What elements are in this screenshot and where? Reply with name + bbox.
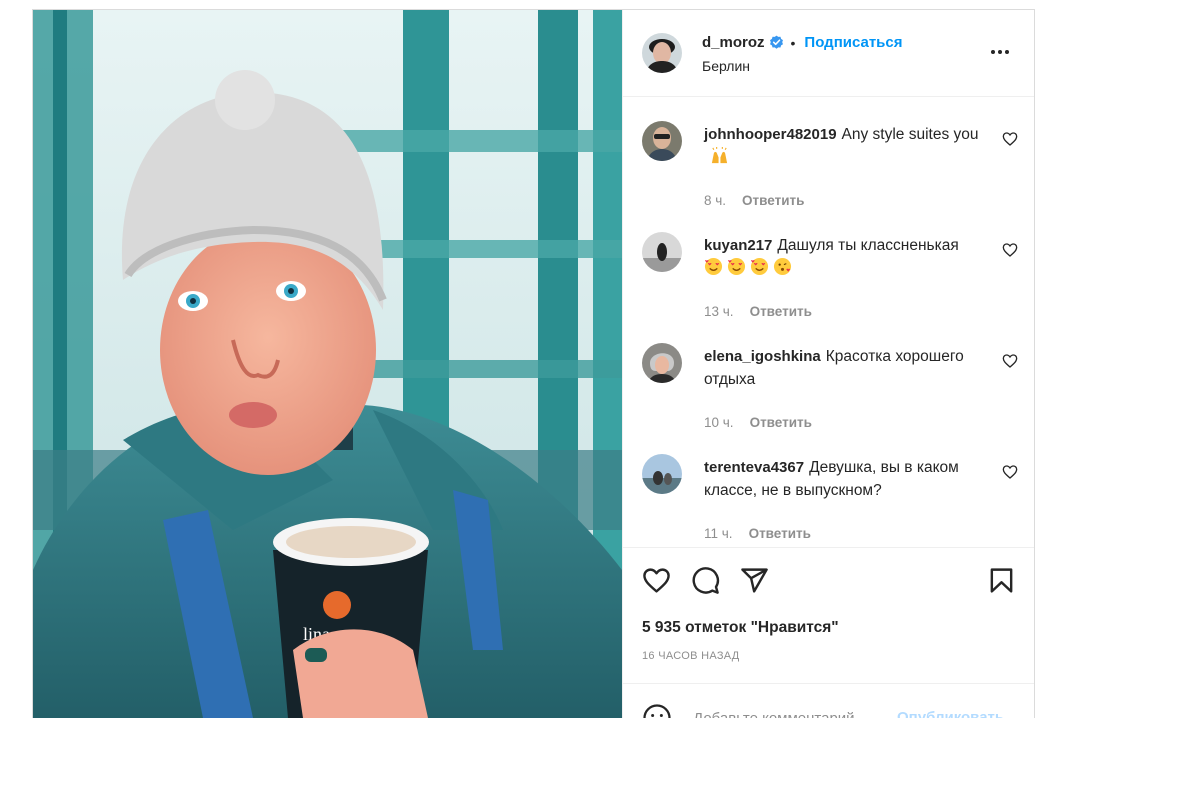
comment-icon[interactable] [691,566,720,595]
comment-like-heart-icon[interactable] [1002,131,1018,147]
comment-meta: 13 ч. Ответить [704,304,812,319]
comment-avatar[interactable] [642,454,682,494]
smiling-face-with-hearts-icon [750,257,769,276]
comment-time: 10 ч. [704,415,734,430]
comment-avatar[interactable] [642,232,682,272]
post-location[interactable]: Берлин [702,58,750,74]
comment-item: terenteva4367 Девушка, вы в каком классе,… [623,454,1034,554]
author-username[interactable]: d_moroz [702,34,765,51]
comment-item: johnhooper482019 Any style suites you 8 ч… [623,121,1034,221]
comment-item: kuyan217 Дашуля ты классненькая 13 ч. От… [623,232,1034,332]
post-image: lina [33,10,622,718]
author-line: d_moroz • Подписаться [702,34,903,51]
comment-meta: 8 ч. Ответить [704,193,804,208]
header-separator: • [790,34,796,51]
comment-text: elena_igoshkina Красотка хорошего отдыха [704,345,989,391]
post-actions: 5 935 отметок "Нравится" 16 ЧАСОВ НАЗАД [623,547,1034,688]
comment-username[interactable]: terenteva4367 [704,459,804,476]
reply-button[interactable]: Ответить [749,526,811,541]
smiling-face-with-hearts-icon [727,257,746,276]
author-avatar[interactable] [642,33,682,73]
face-blowing-kiss-icon [773,257,792,276]
reply-button[interactable]: Ответить [742,193,804,208]
post-dialog: lina d_moroz • Подписаться Берлин johnho… [32,9,1035,718]
comment-body: Дашуля ты классненькая [777,237,959,254]
comment-avatar[interactable] [642,343,682,383]
reply-button[interactable]: Ответить [750,415,812,430]
share-icon[interactable] [740,566,769,595]
emoji-picker-icon[interactable] [642,703,672,718]
post-sidebar: d_moroz • Подписаться Берлин johnhooper4… [622,10,1034,718]
comment-text: terenteva4367 Девушка, вы в каком классе,… [704,456,989,502]
comment-text: kuyan217 Дашуля ты классненькая [704,234,989,280]
comment-username[interactable]: kuyan217 [704,237,772,254]
reply-button[interactable]: Ответить [750,304,812,319]
comment-time: 11 ч. [704,526,733,541]
post-timestamp: 16 ЧАСОВ НАЗАД [642,650,740,662]
comment-item: elena_igoshkina Красотка хорошего отдыха … [623,343,1034,443]
publish-button[interactable]: Опубликовать [897,709,1004,718]
comment-like-heart-icon[interactable] [1002,353,1018,369]
more-options-icon[interactable] [988,40,1012,64]
verified-badge-icon [769,35,783,49]
smiling-face-with-hearts-icon [704,257,723,276]
comment-username[interactable]: elena_igoshkina [704,348,821,365]
comment-time: 8 ч. [704,193,727,208]
comment-meta: 11 ч. Ответить [704,526,811,541]
comment-meta: 10 ч. Ответить [704,415,812,430]
comment-body: Any style suites you [841,126,979,143]
post-header: d_moroz • Подписаться Берлин [623,10,1034,97]
like-heart-icon[interactable] [642,566,671,595]
comment-time: 13 ч. [704,304,734,319]
follow-button[interactable]: Подписаться [804,34,902,51]
comment-text: johnhooper482019 Any style suites you [704,123,989,169]
comment-like-heart-icon[interactable] [1002,464,1018,480]
comment-input[interactable] [693,707,903,718]
comment-avatar[interactable] [642,121,682,161]
bookmark-icon[interactable] [987,566,1016,595]
comment-username[interactable]: johnhooper482019 [704,126,837,143]
comment-like-heart-icon[interactable] [1002,242,1018,258]
add-comment-bar: Опубликовать [623,683,1034,718]
post-photo[interactable]: lina [33,10,622,718]
likes-count[interactable]: 5 935 отметок "Нравится" [642,619,839,637]
raising-hands-emoji-icon [711,146,728,164]
